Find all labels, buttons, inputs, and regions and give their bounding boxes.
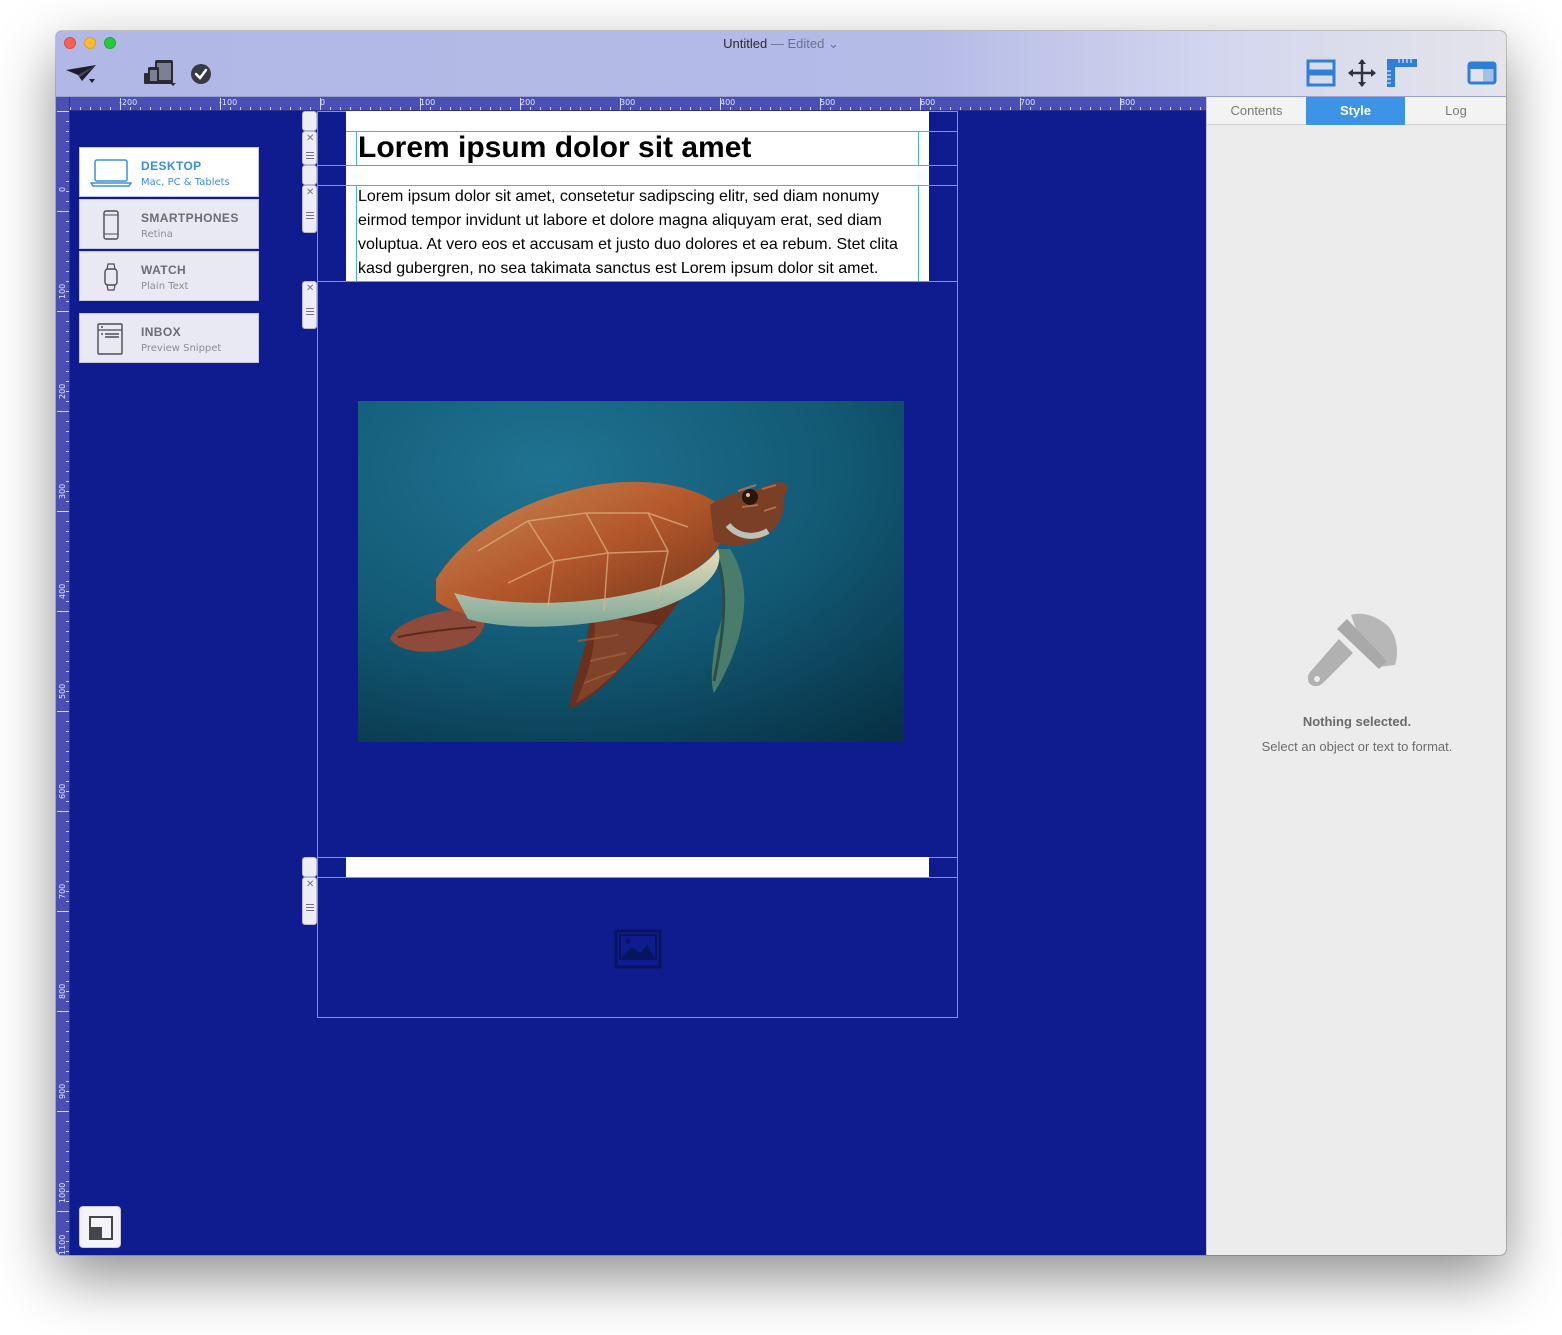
edited-status: — Edited [770,36,825,51]
vertical-ruler-ticks [57,111,69,1252]
titlebar: Untitled — Edited ⌄ [56,31,1506,97]
ruler-label: 400 [720,98,736,107]
window-title: Untitled — Edited ⌄ [56,36,1506,52]
close-icon[interactable]: ✕ [306,134,314,144]
devices-icon[interactable] [143,59,177,92]
row-divider [317,877,958,878]
row-handle[interactable]: ✕ [302,877,317,925]
ruler-label: 800 [58,983,67,999]
device-title: WATCH [141,263,187,277]
snapshot-icon [89,1216,113,1240]
paintbrush-icon [1307,613,1397,687]
ruler-label: 600 [920,98,936,107]
row-handle[interactable]: ✕ [302,131,317,165]
ruler-label: 100 [420,98,436,107]
paper-plane-icon[interactable] [65,64,99,91]
ruler-label: 200 [58,383,67,399]
device-subtitle: Retina [141,229,173,240]
device-inbox[interactable]: INBOX Preview Snippet [79,313,259,363]
device-watch[interactable]: WATCH Plain Text [79,251,259,301]
row-divider [317,165,958,166]
drag-handle-icon[interactable] [306,904,314,905]
tab-style[interactable]: Style [1306,97,1405,125]
laptop-icon [90,159,132,187]
device-subtitle: Plain Text [141,281,189,292]
row-handle[interactable]: ✕ [302,185,317,233]
move-arrows-icon[interactable] [1347,58,1377,93]
ruler-label: 1100 [58,1234,67,1255]
ruler-label: 300 [58,483,67,499]
ruler-label: 400 [58,583,67,599]
close-icon[interactable]: ✕ [306,284,314,294]
drag-handle-icon[interactable] [306,308,314,309]
tab-contents[interactable]: Contents [1207,97,1306,125]
ruler-label: 0 [320,98,326,107]
guide-line [346,131,958,132]
ruler-label: 700 [58,883,67,899]
row-handle[interactable] [302,111,317,131]
image-placeholder-icon[interactable] [614,929,662,969]
row-handle[interactable] [302,857,317,877]
snapshot-button[interactable] [79,1206,121,1248]
ruler-label: 500 [820,98,836,107]
inspector-tabs: Contents Style Log [1207,97,1506,125]
ruler-label: 900 [58,1083,67,1099]
tab-log[interactable]: Log [1405,97,1506,125]
vertical-ruler: 0 100 200 300 400 500 600 700 800 900 10… [56,97,70,1255]
device-title: SMARTPHONES [141,211,239,225]
ruler-label: 1000 [58,1182,67,1203]
ruler-label: -200 [119,98,138,107]
sidebar-toggle-icon[interactable] [1467,61,1497,90]
watch-icon [104,263,118,291]
row-handle[interactable] [302,165,317,185]
device-smartphones[interactable]: SMARTPHONES Retina [79,199,259,249]
ruler-label: -100 [219,98,238,107]
drag-handle-icon[interactable] [306,212,314,213]
body-paragraph[interactable]: Lorem ipsum dolor sit amet, consetetur s… [356,185,919,281]
ruler-label: 700 [1020,98,1036,107]
spacer-row[interactable] [346,111,929,131]
headline-text[interactable]: Lorem ipsum dolor sit amet [356,131,919,165]
inbox-icon [97,323,123,355]
horizontal-ruler: -200 -100 0 100 200 300 400 500 600 700 … [70,97,1206,111]
ruler-label: 600 [58,783,67,799]
device-title: DESKTOP [141,159,202,173]
ruler-label: 500 [58,683,67,699]
device-subtitle: Preview Snippet [141,343,222,354]
close-icon[interactable]: ✕ [306,188,314,198]
smartphone-icon [103,210,119,240]
ruler-label: 200 [520,98,536,107]
sea-turtle-photo[interactable] [358,401,904,742]
empty-state-subtitle: Select an object or text to format. [1261,739,1453,754]
horizontal-ruler-ticks [70,98,1201,110]
ruler-label: 800 [1120,98,1136,107]
close-icon[interactable]: ✕ [306,880,314,890]
chevron-down-icon[interactable]: ⌄ [828,36,839,51]
device-desktop[interactable]: DESKTOP Mac, PC & Tablets [79,147,259,197]
inspector-panel: Contents Style Log Nothing selected. Sel… [1206,97,1506,1255]
layout-rows-icon[interactable] [1306,59,1336,92]
device-subtitle: Mac, PC & Tablets [141,177,230,188]
device-title: INBOX [141,325,182,339]
document-name: Untitled [723,36,768,51]
ruler-label: 0 [58,186,67,192]
empty-state-title: Nothing selected. [1302,714,1412,729]
row-divider [317,281,958,282]
row-handle[interactable]: ✕ [302,281,317,329]
spacer-row[interactable] [346,857,929,877]
ruler-icon[interactable] [1386,58,1418,93]
app-window: Untitled — Edited ⌄ -200 -100 0 100 200 … [56,31,1506,1255]
ruler-label: 300 [620,98,636,107]
ruler-label: 100 [58,283,67,299]
checkmark-icon[interactable] [190,63,212,90]
design-canvas[interactable]: DESKTOP Mac, PC & Tablets SMARTPHONES Re… [70,111,1206,1255]
drag-handle-icon[interactable] [306,152,314,153]
